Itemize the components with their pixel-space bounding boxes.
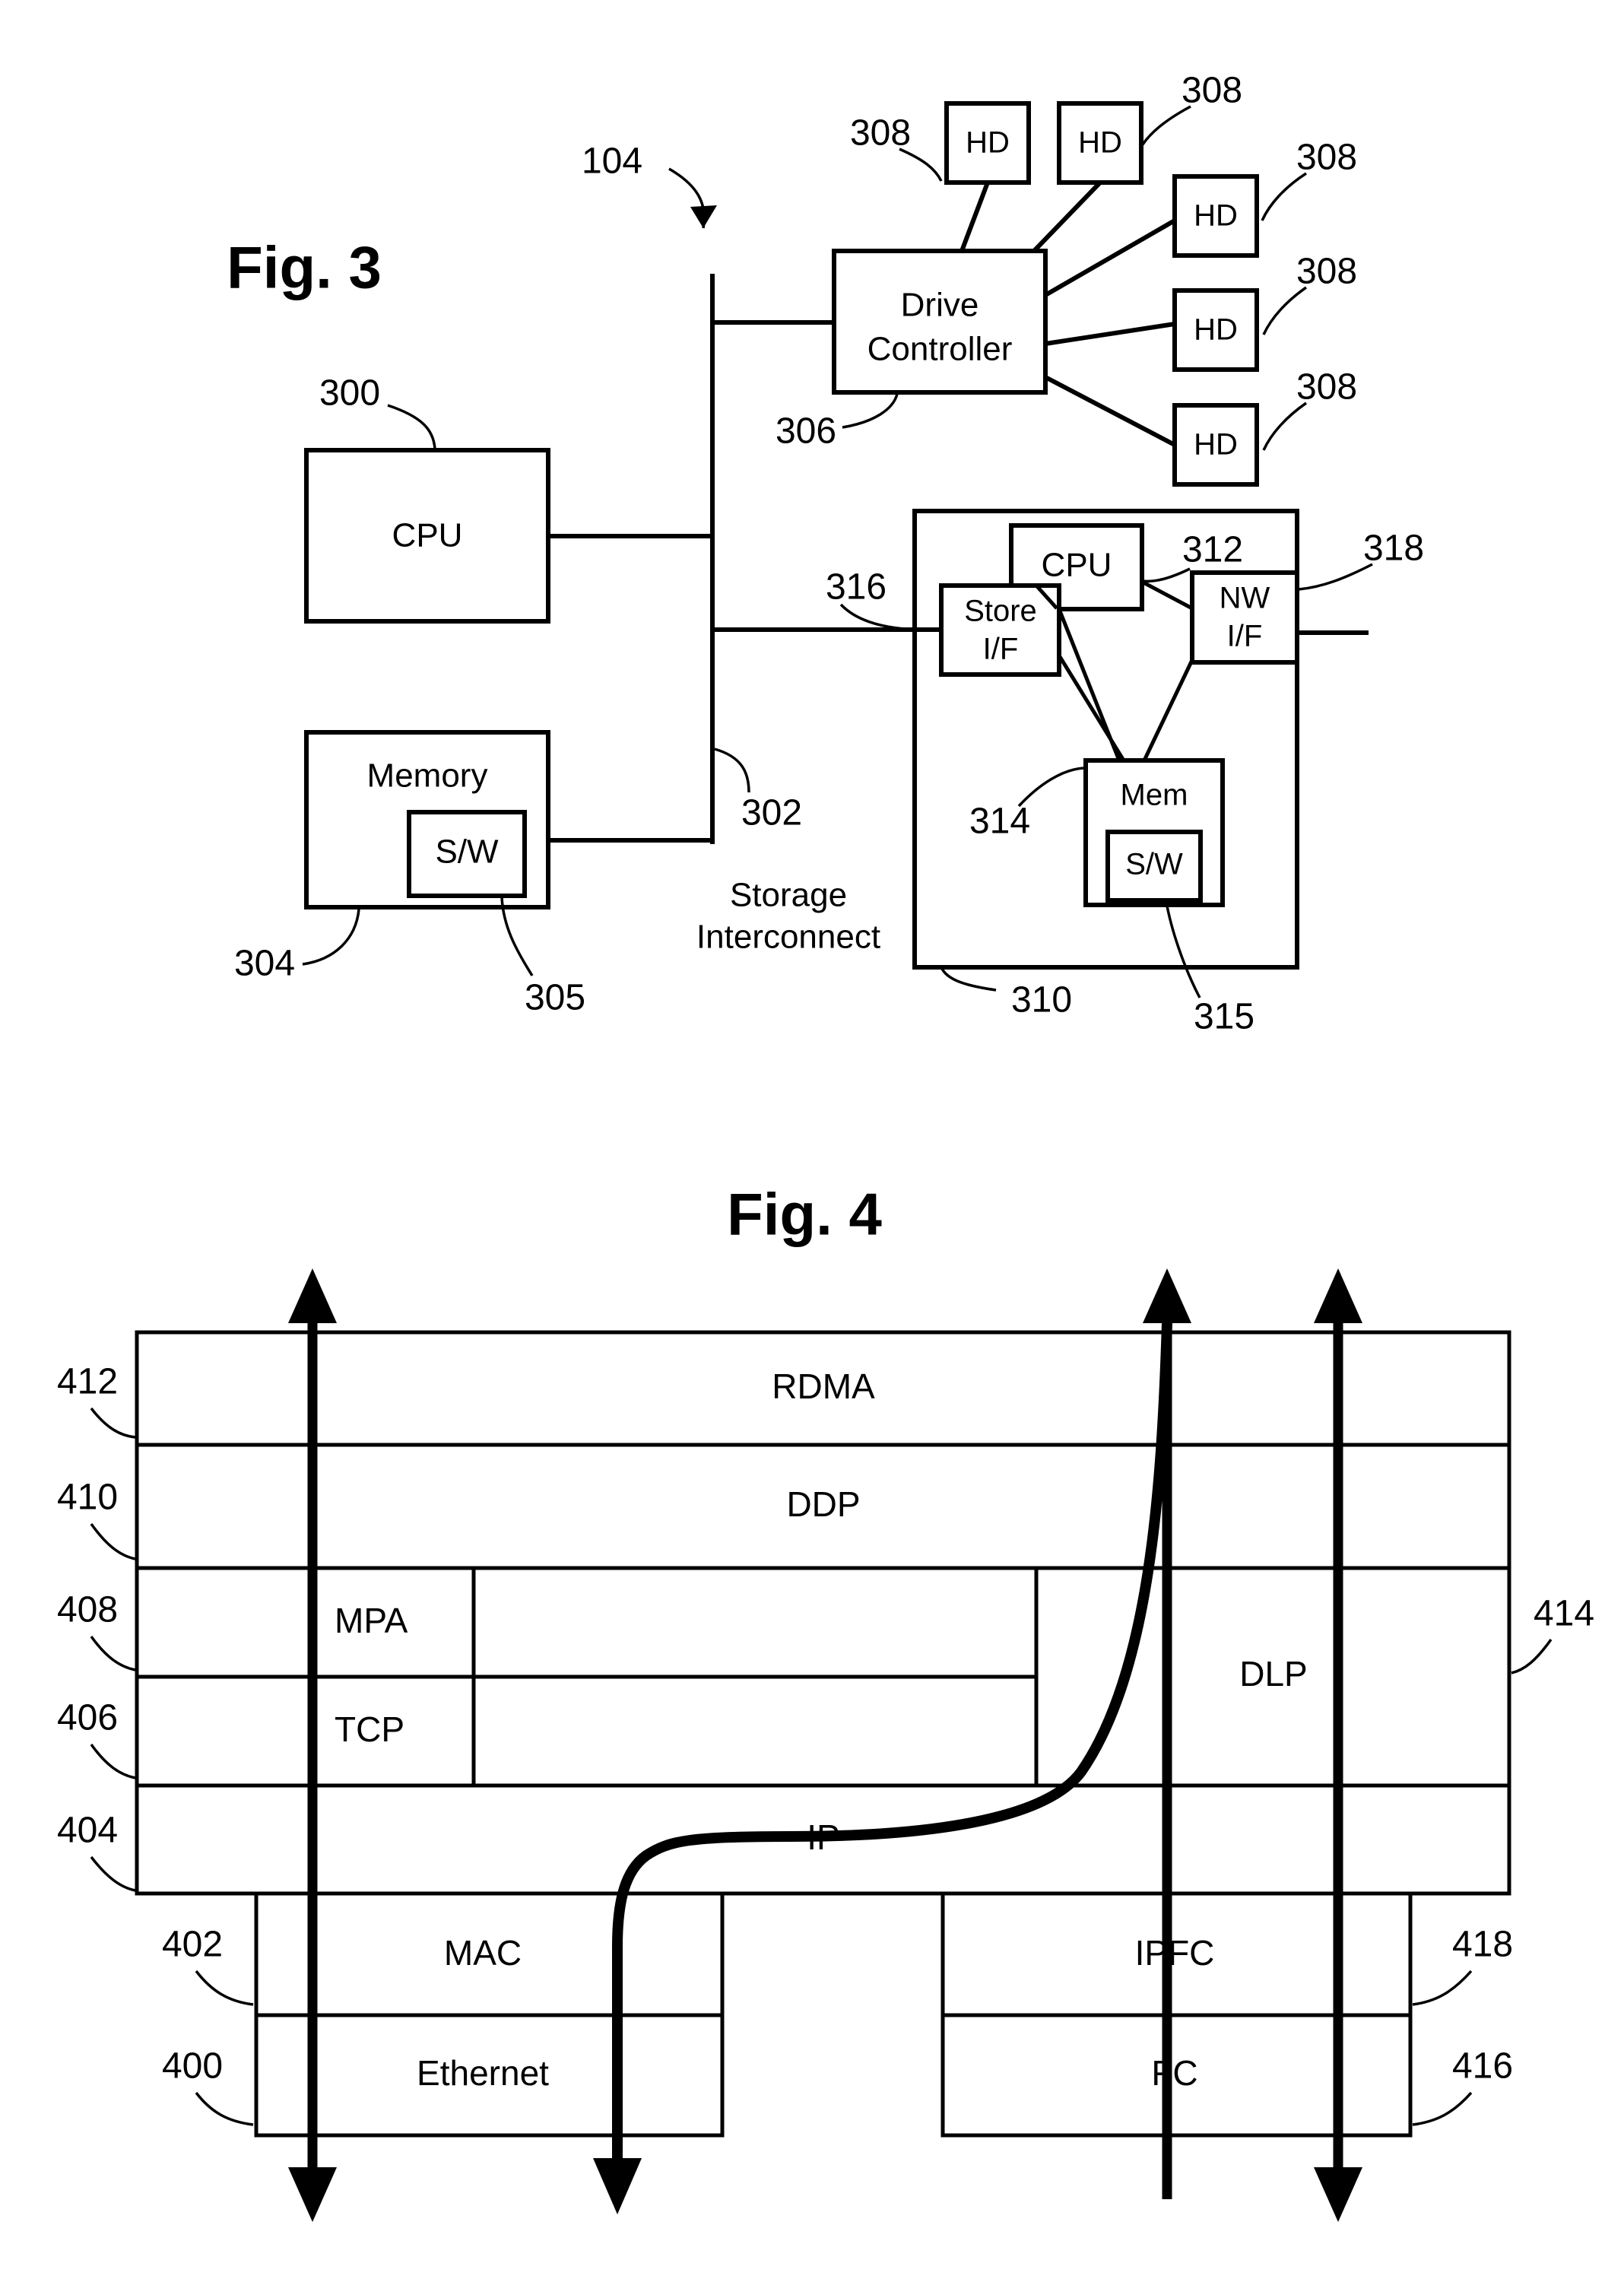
ref-418: 418 — [1452, 1925, 1513, 1965]
ref-404: 404 — [57, 1811, 118, 1851]
layer-label-fc: FC — [1151, 2053, 1197, 2093]
layer-label-dlp: DLP — [1239, 1654, 1307, 1694]
layer-label-rdma: RDMA — [772, 1367, 875, 1406]
leader-416 — [1412, 2091, 1473, 2126]
layer-label-ddp: DDP — [786, 1484, 860, 1524]
leader-410 — [90, 1522, 136, 1560]
layer-label-mac: MAC — [444, 1933, 522, 1973]
ref-412: 412 — [57, 1362, 118, 1402]
figure-4-title: Fig. 4 — [727, 1181, 882, 1248]
ref-408: 408 — [57, 1590, 118, 1630]
ref-406: 406 — [57, 1698, 118, 1738]
layer-label-mpa: MPA — [335, 1601, 408, 1640]
flow-arrow-left-head-bottom — [288, 2167, 337, 2222]
protocol-crossover-curve-arrowhead — [593, 2158, 642, 2214]
ref-416: 416 — [1452, 2046, 1513, 2087]
leader-406 — [90, 1743, 136, 1779]
leader-404 — [90, 1855, 136, 1892]
ref-414: 414 — [1534, 1594, 1594, 1634]
leader-402 — [195, 1970, 254, 2006]
patent-drawing-sheet: Fig. 3 104 Storage Interconnect 302 CPU … — [0, 0, 1624, 2276]
flow-arrow-right-head-bottom — [1314, 2167, 1362, 2222]
protocol-crossover-curve — [612, 1318, 1172, 2188]
layer-label-tcp: TCP — [335, 1709, 404, 1749]
leader-414 — [1511, 1638, 1553, 1674]
layer-label-ipfc: IPFC — [1135, 1933, 1215, 1973]
flow-arrow-left-head-top — [288, 1268, 337, 1323]
flow-arrow-right-head-top — [1314, 1268, 1362, 1323]
layer-label-ethernet: Ethernet — [417, 2053, 549, 2093]
ref-410: 410 — [57, 1478, 118, 1518]
leader-412 — [90, 1407, 136, 1439]
flow-arrow-middle-head-top — [1143, 1268, 1191, 1323]
leader-418 — [1412, 1970, 1473, 2006]
figure-4: Fig. 4 RDMA DDP MPA TCP IP DLP MAC Ether… — [57, 1181, 1594, 2222]
leader-400 — [195, 2091, 254, 2126]
ref-402: 402 — [162, 1925, 223, 1965]
leader-408 — [90, 1635, 136, 1671]
ref-400: 400 — [162, 2046, 223, 2087]
